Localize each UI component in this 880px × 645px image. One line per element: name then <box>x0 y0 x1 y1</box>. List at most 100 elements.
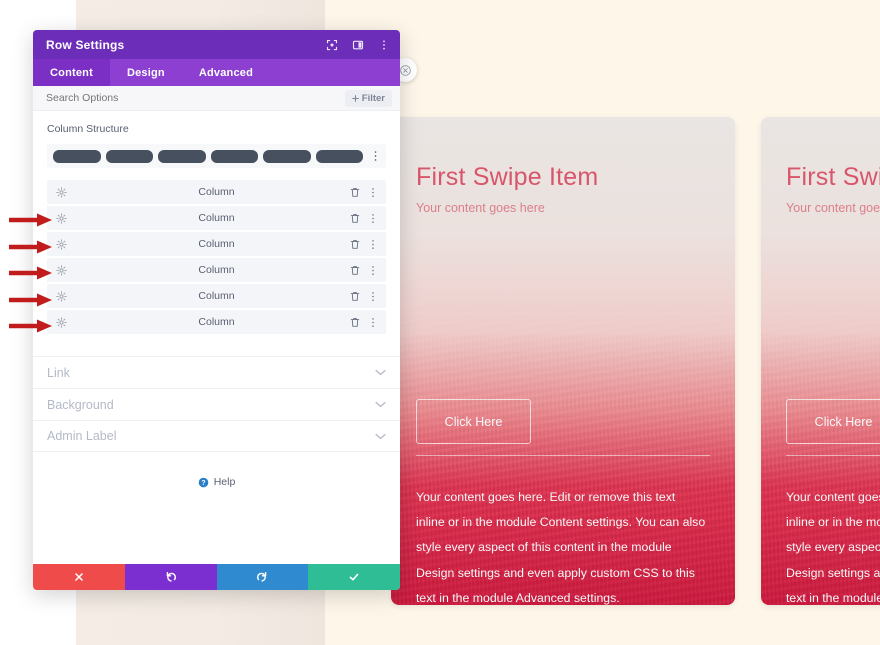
column-list: Column Column Column Column Column Column <box>47 180 386 334</box>
swipe-card-1-content: First Swipe Item Your content goes here <box>391 117 735 605</box>
more-vertical-icon[interactable] <box>369 239 377 250</box>
swipe-card-1[interactable]: First Swipe Item Your content goes here … <box>391 117 735 605</box>
column-row-actions <box>350 187 377 198</box>
close-circle-icon <box>399 64 411 76</box>
more-vertical-icon[interactable] <box>369 213 377 224</box>
trash-icon[interactable] <box>350 265 360 276</box>
swipe-card-2-content: First Swipe Item Your content goes here <box>761 117 880 605</box>
undo-button[interactable] <box>124 564 217 590</box>
tab-advanced[interactable]: Advanced <box>182 59 270 86</box>
column-row-actions <box>350 265 377 276</box>
more-vertical-icon <box>374 151 377 161</box>
column-row-label: Column <box>198 186 235 198</box>
swipe-card-2-title: First Swipe Item <box>786 163 880 191</box>
arrow-right-icon <box>9 213 52 227</box>
modal-tab-bar: Content Design Advanced <box>33 59 400 86</box>
x-icon <box>75 573 83 581</box>
modal-titlebar[interactable]: Row Settings <box>33 30 400 59</box>
column-row[interactable]: Column <box>47 284 386 308</box>
layout-panel-icon[interactable] <box>352 39 364 51</box>
save-button[interactable] <box>308 564 400 590</box>
more-vertical-icon[interactable] <box>369 187 377 198</box>
cancel-button[interactable] <box>33 564 125 590</box>
arrow-right-icon <box>9 266 52 280</box>
swipe-card-1-title: First Swipe Item <box>416 163 599 191</box>
column-structure-section: Column Structure Column Column Column Co… <box>33 111 400 334</box>
column-row-label: Column <box>198 290 235 302</box>
tab-content[interactable]: Content <box>33 59 110 86</box>
redo-button[interactable] <box>216 564 309 590</box>
arrow-right-icon <box>9 293 52 307</box>
annotation-arrow <box>9 318 54 334</box>
screen: First Swipe Item Your content goes here … <box>0 0 880 645</box>
swipe-card-2[interactable]: First Swipe Item Your content goes here … <box>761 117 880 605</box>
undo-icon <box>166 571 176 582</box>
column-segment[interactable] <box>315 149 363 163</box>
tab-design[interactable]: Design <box>110 59 182 86</box>
column-row-actions <box>350 291 377 302</box>
gear-icon[interactable] <box>56 290 67 302</box>
column-row-label: Column <box>198 316 235 328</box>
svg-text:?: ? <box>201 479 205 486</box>
arrow-right-icon <box>9 240 52 254</box>
column-segment[interactable] <box>263 149 311 163</box>
arrow-right-icon <box>9 319 52 333</box>
chevron-down-icon <box>375 369 386 376</box>
column-row[interactable]: Column <box>47 180 386 204</box>
column-segment[interactable] <box>158 149 206 163</box>
help-label: Help <box>213 476 236 488</box>
accordion-background-label: Background <box>47 397 114 412</box>
filter-button[interactable]: Filter <box>344 89 392 107</box>
accordion-link-label: Link <box>47 365 70 380</box>
column-row-actions <box>350 213 377 224</box>
column-row[interactable]: Column <box>47 258 386 282</box>
column-segment[interactable] <box>210 149 258 163</box>
swipe-card-1-subtitle: Your content goes here <box>416 201 545 215</box>
accordion-admin-label-label: Admin Label <box>47 429 117 443</box>
trash-icon[interactable] <box>350 317 360 328</box>
search-options-bar: Filter <box>33 86 400 111</box>
column-row[interactable]: Column <box>47 232 386 256</box>
column-segment[interactable] <box>105 149 153 163</box>
column-row[interactable]: Column <box>47 206 386 230</box>
redo-icon <box>257 571 267 582</box>
expand-icon[interactable] <box>326 39 338 51</box>
annotation-arrow <box>9 265 54 281</box>
accordion-background[interactable]: Background <box>33 388 400 420</box>
column-row-actions <box>350 317 377 328</box>
trash-icon[interactable] <box>350 291 360 302</box>
question-circle-icon: ? <box>198 477 208 487</box>
gear-icon[interactable] <box>56 238 67 250</box>
gear-icon[interactable] <box>56 186 67 198</box>
accordion-group: Link Background Admin Label <box>33 356 400 452</box>
column-structure-label: Column Structure <box>47 123 129 135</box>
more-vertical-icon[interactable] <box>369 265 377 276</box>
filter-button-label: Filter <box>361 92 385 104</box>
column-structure-selector[interactable] <box>47 144 386 168</box>
column-structure-options-button[interactable] <box>371 150 380 162</box>
trash-icon[interactable] <box>350 239 360 250</box>
more-vertical-icon[interactable] <box>369 291 377 302</box>
annotation-arrow <box>9 292 54 308</box>
gear-icon[interactable] <box>56 316 67 328</box>
titlebar-icon-group <box>326 39 390 51</box>
help-link[interactable]: ? Help <box>33 476 400 488</box>
modal-body: Column Structure Column Column Column Co… <box>33 111 400 564</box>
search-input[interactable] <box>46 92 345 104</box>
chevron-down-icon <box>375 401 386 408</box>
chevron-down-icon <box>375 433 386 439</box>
more-vertical-icon[interactable] <box>369 317 377 328</box>
gear-icon[interactable] <box>56 212 67 224</box>
column-row-label: Column <box>198 238 235 250</box>
column-row[interactable]: Column <box>47 310 386 334</box>
accordion-link[interactable]: Link <box>33 356 400 388</box>
trash-icon[interactable] <box>350 213 360 224</box>
check-icon <box>349 573 359 581</box>
column-row-label: Column <box>198 212 235 224</box>
annotation-arrow <box>9 212 54 228</box>
gear-icon[interactable] <box>56 264 67 276</box>
column-segment[interactable] <box>53 149 101 163</box>
more-vertical-icon[interactable] <box>378 39 390 51</box>
accordion-admin-label[interactable]: Admin Label <box>33 420 400 452</box>
trash-icon[interactable] <box>350 187 360 198</box>
